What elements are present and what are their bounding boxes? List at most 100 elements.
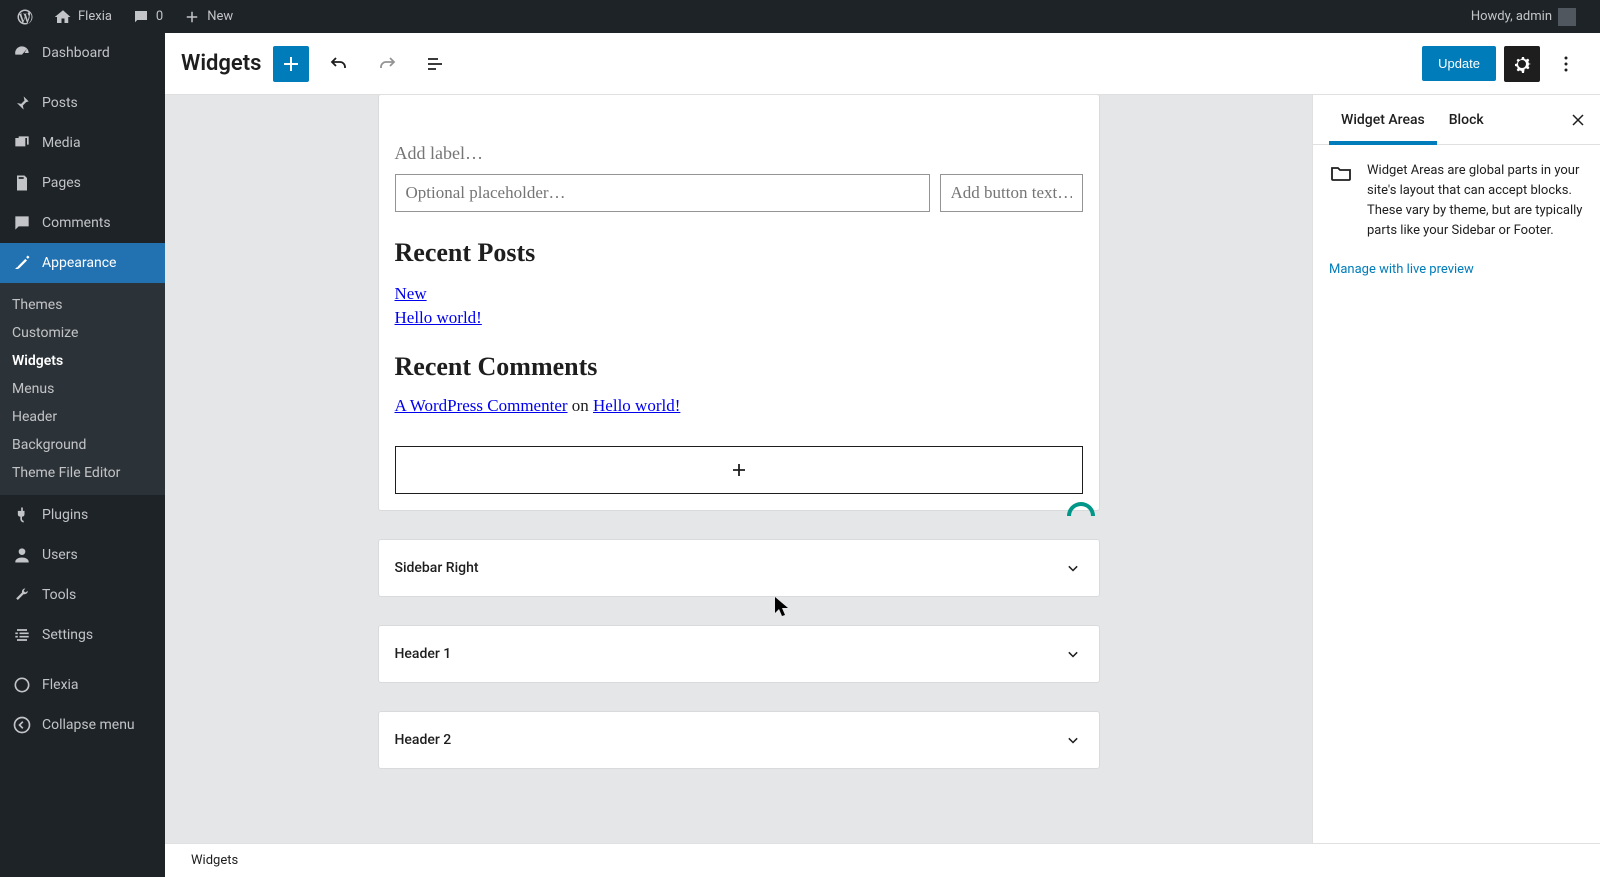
redo-button[interactable] <box>369 46 405 82</box>
post-link[interactable]: Hello world! <box>395 308 482 327</box>
widget-area-title: Header 1 <box>395 646 452 662</box>
more-vertical-icon <box>1554 52 1578 76</box>
list-view-button[interactable] <box>417 46 453 82</box>
settings-body: Widget Areas are global parts in your si… <box>1313 145 1600 296</box>
chevron-down-icon <box>1063 730 1083 750</box>
submenu-menus[interactable]: Menus <box>0 375 165 403</box>
widget-area-content: Add label… Recent Posts New Hello world!… <box>379 95 1099 510</box>
howdy-text: Howdy, admin <box>1471 9 1552 24</box>
appearance-submenu: Themes Customize Widgets Menus Header Ba… <box>0 283 165 495</box>
undo-button[interactable] <box>321 46 357 82</box>
sidebar-label: Comments <box>42 215 111 231</box>
undo-icon <box>327 52 351 76</box>
dashboard-icon <box>12 43 32 63</box>
media-icon <box>12 133 32 153</box>
search-input[interactable] <box>395 174 930 212</box>
new-label: New <box>207 9 233 24</box>
pages-icon <box>12 173 32 193</box>
editor-header-left: Widgets <box>181 46 453 82</box>
sidebar-label: Tools <box>42 587 76 603</box>
wordpress-icon <box>16 8 34 26</box>
sidebar-label: Users <box>42 547 78 563</box>
submenu-background[interactable]: Background <box>0 431 165 459</box>
tab-block[interactable]: Block <box>1437 95 1496 145</box>
close-settings-button[interactable] <box>1568 110 1588 130</box>
settings-button[interactable] <box>1504 46 1540 82</box>
chevron-down-icon <box>1063 644 1083 664</box>
sidebar-item-flexia[interactable]: Flexia <box>0 665 165 705</box>
editor-header-right: Update <box>1422 46 1584 82</box>
collapse-label: Collapse menu <box>42 717 135 733</box>
comments-menu[interactable]: 0 <box>124 0 171 33</box>
widget-area-title: Sidebar Right <box>395 560 479 576</box>
widget-area-toggle[interactable]: Sidebar Right <box>379 540 1099 596</box>
sidebar-item-appearance[interactable]: Appearance <box>0 243 165 283</box>
users-icon <box>12 545 32 565</box>
plus-icon <box>279 52 303 76</box>
redo-icon <box>375 52 399 76</box>
comment-author-link[interactable]: A WordPress Commenter <box>395 396 568 415</box>
plus-icon <box>727 458 751 482</box>
editor-body: Add label… Recent Posts New Hello world!… <box>165 95 1600 877</box>
more-options-button[interactable] <box>1548 46 1584 82</box>
add-block-inline-button[interactable] <box>395 446 1083 494</box>
sidebar-item-posts[interactable]: Posts <box>0 83 165 123</box>
sidebar-item-pages[interactable]: Pages <box>0 163 165 203</box>
widget-area-open: Add label… Recent Posts New Hello world!… <box>379 95 1099 510</box>
wp-logo-menu[interactable] <box>8 0 42 33</box>
sidebar-item-comments[interactable]: Comments <box>0 203 165 243</box>
plus-icon <box>183 8 201 26</box>
flexia-icon <box>12 675 32 695</box>
submenu-header[interactable]: Header <box>0 403 165 431</box>
sidebar-label: Posts <box>42 95 78 111</box>
account-menu[interactable]: Howdy, admin <box>1463 0 1584 33</box>
sidebar-item-tools[interactable]: Tools <box>0 575 165 615</box>
sidebar-item-media[interactable]: Media <box>0 123 165 163</box>
search-label-placeholder[interactable]: Add label… <box>395 143 1083 164</box>
admin-sidebar: Dashboard Posts Media Pages Comments App… <box>0 33 165 877</box>
tab-widget-areas[interactable]: Widget Areas <box>1329 95 1437 145</box>
comment-post-link[interactable]: Hello world! <box>593 396 680 415</box>
manage-live-preview-link[interactable]: Manage with live preview <box>1329 260 1474 280</box>
chevron-down-icon <box>1063 558 1083 578</box>
site-name: Flexia <box>78 9 112 24</box>
sidebar-label: Settings <box>42 627 93 643</box>
submenu-theme-file-editor[interactable]: Theme File Editor <box>0 459 165 487</box>
sidebar-item-users[interactable]: Users <box>0 535 165 575</box>
submenu-customize[interactable]: Customize <box>0 319 165 347</box>
collapse-icon <box>12 715 32 735</box>
submenu-themes[interactable]: Themes <box>0 291 165 319</box>
sidebar-collapse[interactable]: Collapse menu <box>0 705 165 745</box>
site-name-menu[interactable]: Flexia <box>46 0 120 33</box>
widget-area-toggle[interactable]: Header 2 <box>379 712 1099 768</box>
recent-posts-heading: Recent Posts <box>395 238 1083 268</box>
admin-bar-right: Howdy, admin <box>1463 0 1592 33</box>
sidebar-item-settings[interactable]: Settings <box>0 615 165 655</box>
editor-header: Widgets Update <box>165 33 1600 95</box>
search-block <box>395 174 1083 212</box>
widget-area-header-2: Header 2 <box>379 712 1099 768</box>
submenu-widgets[interactable]: Widgets <box>0 347 165 375</box>
widget-area-title: Header 2 <box>395 732 452 748</box>
post-link[interactable]: New <box>395 284 427 303</box>
sidebar-item-dashboard[interactable]: Dashboard <box>0 33 165 73</box>
settings-tabs: Widget Areas Block <box>1313 95 1600 145</box>
widget-area-toggle[interactable]: Header 1 <box>379 626 1099 682</box>
add-block-button[interactable] <box>273 46 309 82</box>
sidebar-item-plugins[interactable]: Plugins <box>0 495 165 535</box>
widget-area-sidebar-right: Sidebar Right <box>379 540 1099 596</box>
sidebar-label: Appearance <box>42 255 116 271</box>
update-button[interactable]: Update <box>1422 46 1496 81</box>
main: Widgets Update <box>165 33 1600 877</box>
pin-icon <box>12 93 32 113</box>
editor-canvas[interactable]: Add label… Recent Posts New Hello world!… <box>165 95 1312 877</box>
brush-icon <box>12 253 32 273</box>
footer-breadcrumb-bar: Widgets <box>165 843 1600 877</box>
sidebar-label: Plugins <box>42 507 88 523</box>
comment-on-text: on <box>568 396 594 415</box>
new-content-menu[interactable]: New <box>175 0 241 33</box>
sidebar-label: Dashboard <box>42 45 110 61</box>
sidebar-label: Media <box>42 135 81 151</box>
search-button-text-input[interactable] <box>940 174 1083 212</box>
widget-area-header-1: Header 1 <box>379 626 1099 682</box>
